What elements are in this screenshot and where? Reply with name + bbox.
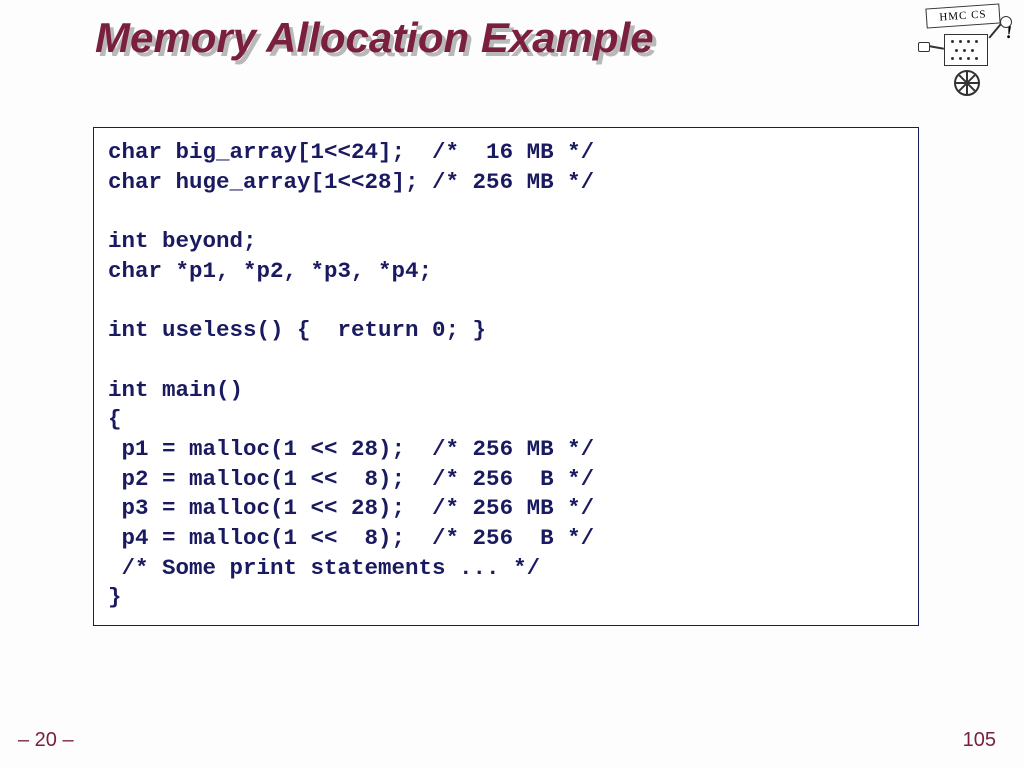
slide-title-text: Memory Allocation Example	[95, 14, 654, 62]
slide-number: 105	[963, 729, 996, 752]
code-block: char big_array[1<<24]; /* 16 MB */ char …	[93, 127, 919, 626]
robot-hand-left-icon	[918, 42, 930, 52]
robot-body-icon	[944, 34, 988, 66]
robot-hand-right-icon	[1000, 16, 1012, 28]
code-text: char big_array[1<<24]; /* 16 MB */ char …	[108, 138, 904, 613]
robot-arm-right-icon	[988, 23, 1001, 38]
footer-left: – 20 –	[18, 729, 74, 752]
hmc-cs-logo: HMC CS !	[920, 6, 1010, 106]
robot-wheel-spoke-icon	[954, 70, 980, 96]
slide-title: Memory Allocation Example Memory Allocat…	[95, 14, 654, 62]
logo-banner-text: HMC CS	[925, 3, 1000, 28]
slide: Memory Allocation Example Memory Allocat…	[0, 0, 1024, 768]
